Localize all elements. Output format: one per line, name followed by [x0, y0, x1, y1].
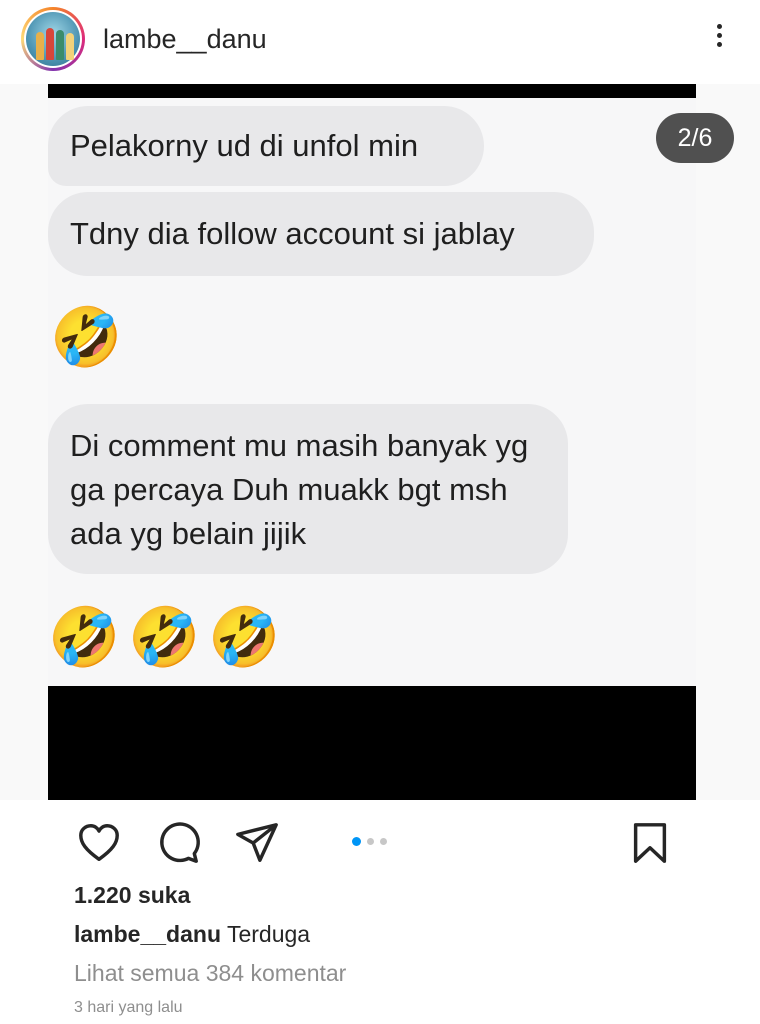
post-timestamp: 3 hari yang lalu	[74, 999, 183, 1016]
carousel-dot	[352, 837, 361, 847]
more-options-icon[interactable]	[705, 20, 733, 60]
rofl-emoji: 🤣	[50, 303, 123, 371]
carousel-counter: 2/6	[656, 113, 734, 163]
censor-bar-top	[48, 84, 696, 98]
likes-count[interactable]: 1.220 suka	[74, 882, 190, 909]
avatar[interactable]	[21, 7, 85, 71]
rofl-emoji: 🤣	[208, 603, 281, 671]
carousel-dot	[367, 838, 374, 846]
message-bubble-1: Pelakorny ud di unfol min	[48, 106, 484, 186]
rofl-emoji: 🤣	[128, 603, 201, 671]
message-bubble-2: Tdny dia follow account si jablay	[48, 192, 594, 276]
view-all-comments-link[interactable]: Lihat semua 384 komentar	[74, 960, 346, 987]
post-image[interactable]: Pelakorny ud di unfol min Tdny dia follo…	[0, 84, 760, 800]
caption: lambe__danu Terduga	[74, 921, 310, 948]
action-bar	[0, 800, 760, 880]
caption-text: Terduga	[226, 921, 311, 947]
heart-icon[interactable]	[76, 820, 122, 866]
post-username[interactable]: lambe__danu	[103, 24, 267, 55]
rofl-emoji: 🤣	[48, 603, 121, 671]
censor-block-bottom	[48, 686, 696, 800]
caption-username[interactable]: lambe__danu	[74, 921, 221, 947]
bookmark-icon[interactable]	[627, 820, 673, 866]
post-header: lambe__danu	[0, 0, 760, 84]
comment-icon[interactable]	[155, 820, 201, 866]
message-bubble-3: Di comment mu masih banyak yg ga percaya…	[48, 404, 568, 574]
avatar-photo	[24, 10, 82, 68]
carousel-indicator	[352, 833, 393, 847]
carousel-dot	[380, 838, 387, 846]
send-icon[interactable]	[234, 820, 280, 866]
